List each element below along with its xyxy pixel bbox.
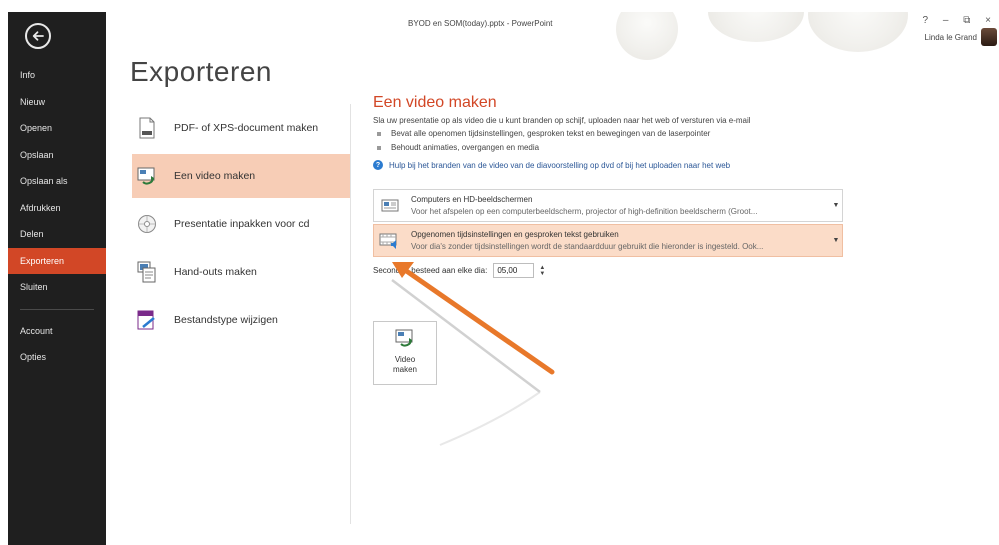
- bullet-square-icon: [377, 145, 381, 150]
- film-audio-icon: [379, 232, 401, 250]
- video-icon: [136, 164, 158, 188]
- nav-item-nieuw[interactable]: Nieuw: [8, 89, 106, 116]
- spin-down-icon[interactable]: ▼: [539, 271, 545, 277]
- export-option-file-type[interactable]: Bestandstype wijzigen: [132, 298, 351, 342]
- seconds-label: Seconden besteed aan elke dia:: [373, 266, 488, 275]
- seconds-per-slide-row: Seconden besteed aan elke dia: 05,00 ▲ ▼: [373, 263, 973, 278]
- handouts-icon: [136, 260, 158, 284]
- monitor-icon: [379, 197, 401, 215]
- page-title: Exporteren: [130, 56, 272, 87]
- dropdown-subtitle: Voor dia's zonder tijdsinstellingen word…: [411, 242, 764, 251]
- bullet-item: Behoudt animaties, overgangen en media: [377, 143, 973, 152]
- pdf-document-icon: [136, 116, 158, 140]
- panel-divider: [350, 104, 351, 524]
- bullet-text: Bevat alle openomen tijdsinstellingen, g…: [391, 129, 711, 138]
- dropdown-subtitle: Voor het afspelen op een computerbeeldsc…: [411, 207, 758, 216]
- create-video-label: Video maken: [392, 355, 417, 374]
- help-icon: ?: [373, 160, 383, 170]
- timing-dropdown[interactable]: Opgenomen tijdsinstellingen en gesproken…: [373, 224, 843, 257]
- export-option-label: Hand-outs maken: [174, 266, 257, 278]
- nav-item-sluiten[interactable]: Sluiten: [8, 274, 106, 301]
- export-option-video[interactable]: Een video maken: [132, 154, 351, 198]
- wood-slice-decoration: [616, 12, 678, 60]
- export-option-handouts[interactable]: Hand-outs maken: [132, 250, 351, 294]
- back-button[interactable]: [25, 23, 51, 49]
- nav-item-openen[interactable]: Openen: [8, 115, 106, 142]
- window-title: BYOD en SOM(today).pptx - PowerPoint: [408, 19, 553, 28]
- back-arrow-icon: [32, 31, 44, 41]
- wood-slice-decoration: [808, 12, 908, 52]
- bullet-square-icon: [377, 131, 381, 136]
- nav-item-opties[interactable]: Opties: [8, 344, 106, 371]
- export-option-label: Presentatie inpakken voor cd: [174, 218, 310, 230]
- nav-item-delen[interactable]: Delen: [8, 221, 106, 248]
- backstage-sidebar: Info Nieuw Openen Opslaan Opslaan als Af…: [8, 12, 106, 545]
- chevron-down-icon: ▼: [832, 237, 840, 244]
- dropdown-title: Opgenomen tijdsinstellingen en gesproken…: [411, 230, 619, 239]
- export-option-label: PDF- of XPS-document maken: [174, 122, 319, 134]
- seconds-input[interactable]: 05,00: [493, 263, 535, 278]
- export-options-list: PDF- of XPS-document maken Een video mak…: [132, 106, 351, 346]
- help-link[interactable]: ? Hulp bij het branden van de video van …: [373, 160, 973, 170]
- cd-icon: [136, 212, 158, 236]
- nav-item-exporteren[interactable]: Exporteren: [8, 247, 106, 274]
- seconds-spinner[interactable]: ▲ ▼: [537, 264, 547, 277]
- bullet-text: Behoudt animaties, overgangen en media: [391, 143, 540, 152]
- create-video-button[interactable]: Video maken: [373, 321, 437, 385]
- export-option-pdf[interactable]: PDF- of XPS-document maken: [132, 106, 351, 150]
- video-panel: Een video maken Sla uw presentatie op al…: [373, 94, 973, 385]
- chevron-down-icon: ▼: [832, 202, 840, 209]
- help-link-text: Hulp bij het branden van de video van de…: [389, 160, 731, 170]
- backstage-nav: Info Nieuw Openen Opslaan Opslaan als Af…: [8, 62, 106, 371]
- file-type-icon: [136, 308, 158, 332]
- nav-item-account[interactable]: Account: [8, 318, 106, 345]
- video-quality-dropdown[interactable]: Computers en HD-beeldschermen Voor het a…: [373, 189, 843, 222]
- nav-item-afdrukken[interactable]: Afdrukken: [8, 195, 106, 222]
- panel-title: Een video maken: [373, 94, 497, 111]
- user-name[interactable]: Linda le Grand: [925, 33, 977, 42]
- export-option-cd[interactable]: Presentatie inpakken voor cd: [132, 202, 351, 246]
- avatar[interactable]: [981, 28, 997, 46]
- nav-item-info[interactable]: Info: [8, 62, 106, 89]
- powerpoint-backstage: Info Nieuw Openen Opslaan Opslaan als Af…: [8, 12, 999, 545]
- video-icon: [395, 328, 415, 353]
- bullet-item: Bevat alle openomen tijdsinstellingen, g…: [377, 129, 973, 138]
- nav-item-opslaan[interactable]: Opslaan: [8, 142, 106, 169]
- panel-description: Sla uw presentatie op als video die u ku…: [373, 116, 751, 125]
- nav-divider: [20, 308, 94, 310]
- dropdown-title: Computers en HD-beeldschermen: [411, 195, 533, 204]
- export-option-label: Bestandstype wijzigen: [174, 314, 278, 326]
- export-option-label: Een video maken: [174, 170, 256, 182]
- nav-item-opslaan-als[interactable]: Opslaan als: [8, 168, 106, 195]
- window-controls[interactable]: ? – ⧉ ×: [923, 15, 997, 26]
- wood-slice-decoration: [708, 12, 804, 42]
